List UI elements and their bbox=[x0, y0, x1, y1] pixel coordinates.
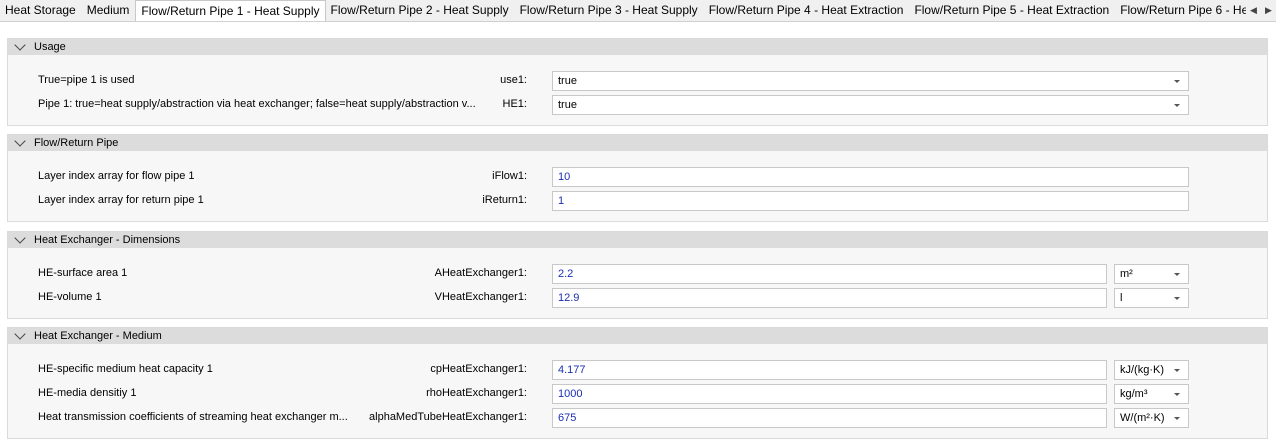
chevron-down-icon bbox=[1174, 104, 1180, 107]
tab-medium[interactable]: Medium bbox=[82, 0, 136, 21]
chevron-down-icon[interactable] bbox=[14, 39, 26, 51]
unit-dropdown[interactable]: l bbox=[1114, 288, 1189, 308]
group-he-medium: Heat Exchanger - Medium HE-specific medi… bbox=[7, 327, 1268, 439]
scroll-left-icon[interactable]: ◀ bbox=[1248, 5, 1260, 16]
param-description: Layer index array for flow pipe 1 bbox=[38, 170, 195, 182]
group-title: Usage bbox=[34, 41, 66, 53]
param-row-alphamedtube: Heat transmission coefficients of stream… bbox=[8, 408, 1267, 428]
param-name: alphaMedTubeHeatExchanger1: bbox=[369, 411, 527, 423]
group-title: Heat Exchanger - Dimensions bbox=[34, 234, 181, 246]
tab-bar: Heat Storage Medium Flow/Return Pipe 1 -… bbox=[0, 0, 1276, 22]
param-description: Layer index array for return pipe 1 bbox=[38, 194, 204, 206]
param-name: AHeatExchanger1: bbox=[434, 267, 527, 279]
rhoheatexchanger1-input[interactable]: 1000 bbox=[552, 384, 1107, 404]
unit-dropdown[interactable]: m² bbox=[1114, 264, 1189, 284]
tab-scroll-controls: ◀ ▶ bbox=[1246, 0, 1276, 21]
chevron-down-icon[interactable] bbox=[14, 328, 26, 340]
group-header-flow-return[interactable]: Flow/Return Pipe bbox=[8, 135, 1267, 151]
he1-dropdown[interactable]: true bbox=[552, 95, 1189, 115]
param-name: cpHeatExchanger1: bbox=[430, 363, 527, 375]
unit-dropdown[interactable]: kJ/(kg·K) bbox=[1114, 360, 1189, 380]
scroll-right-icon[interactable]: ▶ bbox=[1263, 5, 1275, 16]
param-description: Heat transmission coefficients of stream… bbox=[38, 411, 348, 423]
param-description: HE-specific medium heat capacity 1 bbox=[38, 363, 213, 375]
unit-value: kJ/(kg·K) bbox=[1120, 364, 1164, 376]
tab-pipe-1-heat-supply[interactable]: Flow/Return Pipe 1 - Heat Supply bbox=[135, 0, 326, 21]
vheatexchanger1-input[interactable]: 12.9 bbox=[552, 288, 1107, 308]
alphamedtube-input[interactable]: 675 bbox=[552, 408, 1107, 428]
ireturn1-input[interactable]: 1 bbox=[552, 191, 1189, 211]
group-title: Heat Exchanger - Medium bbox=[34, 330, 162, 342]
param-name: rhoHeatExchanger1: bbox=[426, 387, 527, 399]
param-row-vheatexchanger1: HE-volume 1 VHeatExchanger1: 12.9 l bbox=[8, 288, 1267, 308]
unit-value: m² bbox=[1120, 268, 1133, 280]
group-header-he-medium[interactable]: Heat Exchanger - Medium bbox=[8, 328, 1267, 344]
param-description: HE-volume 1 bbox=[38, 291, 102, 303]
param-row-use1: True=pipe 1 is used use1: true bbox=[8, 71, 1267, 91]
chevron-down-icon bbox=[1174, 393, 1180, 396]
group-flow-return-pipe: Flow/Return Pipe Layer index array for f… bbox=[7, 134, 1268, 222]
param-row-iflow1: Layer index array for flow pipe 1 iFlow1… bbox=[8, 167, 1267, 187]
chevron-down-icon bbox=[1174, 369, 1180, 372]
chevron-down-icon bbox=[1174, 417, 1180, 420]
tab-pipe-4-heat-extraction[interactable]: Flow/Return Pipe 4 - Heat Extraction bbox=[704, 0, 910, 21]
chevron-down-icon bbox=[1174, 297, 1180, 300]
chevron-down-icon[interactable] bbox=[14, 232, 26, 244]
chevron-down-icon bbox=[1174, 80, 1180, 83]
tab-pipe-2-heat-supply[interactable]: Flow/Return Pipe 2 - Heat Supply bbox=[326, 0, 515, 21]
group-he-dimensions: Heat Exchanger - Dimensions HE-surface a… bbox=[7, 231, 1268, 319]
unit-dropdown[interactable]: W/(m²·K) bbox=[1114, 408, 1189, 428]
param-row-he1: Pipe 1: true=heat supply/abstraction via… bbox=[8, 95, 1267, 115]
chevron-down-icon[interactable] bbox=[14, 135, 26, 147]
param-name: iReturn1: bbox=[482, 194, 527, 206]
param-row-cpheatexchanger1: HE-specific medium heat capacity 1 cpHea… bbox=[8, 360, 1267, 380]
param-description: True=pipe 1 is used bbox=[38, 74, 135, 86]
group-usage: Usage True=pipe 1 is used use1: true Pip… bbox=[7, 38, 1268, 126]
param-row-rhoheatexchanger1: HE-media densitiy 1 rhoHeatExchanger1: 1… bbox=[8, 384, 1267, 404]
param-name: iFlow1: bbox=[492, 170, 527, 182]
tab-pipe-3-heat-supply[interactable]: Flow/Return Pipe 3 - Heat Supply bbox=[515, 0, 704, 21]
param-row-aheatexchanger1: HE-surface area 1 AHeatExchanger1: 2.2 m… bbox=[8, 264, 1267, 284]
group-header-he-dimensions[interactable]: Heat Exchanger - Dimensions bbox=[8, 232, 1267, 248]
param-description: HE-surface area 1 bbox=[38, 267, 128, 279]
param-name: HE1: bbox=[502, 98, 527, 110]
dropdown-value: true bbox=[558, 75, 577, 87]
param-description: HE-media densitiy 1 bbox=[38, 387, 137, 399]
dropdown-value: true bbox=[558, 99, 577, 111]
unit-value: kg/m³ bbox=[1120, 388, 1148, 400]
unit-value: W/(m²·K) bbox=[1120, 412, 1165, 424]
group-title: Flow/Return Pipe bbox=[34, 137, 119, 149]
parameter-panel: Usage True=pipe 1 is used use1: true Pip… bbox=[0, 22, 1276, 443]
param-name: VHeatExchanger1: bbox=[434, 291, 527, 303]
use1-dropdown[interactable]: true bbox=[552, 71, 1189, 91]
param-row-ireturn1: Layer index array for return pipe 1 iRet… bbox=[8, 191, 1267, 211]
aheatexchanger1-input[interactable]: 2.2 bbox=[552, 264, 1107, 284]
tab-heat-storage[interactable]: Heat Storage bbox=[0, 0, 82, 21]
param-name: use1: bbox=[500, 74, 527, 86]
cpheatexchanger1-input[interactable]: 4.177 bbox=[552, 360, 1107, 380]
unit-dropdown[interactable]: kg/m³ bbox=[1114, 384, 1189, 404]
chevron-down-icon bbox=[1174, 273, 1180, 276]
iflow1-input[interactable]: 10 bbox=[552, 167, 1189, 187]
unit-value: l bbox=[1120, 292, 1123, 304]
group-header-usage[interactable]: Usage bbox=[8, 39, 1267, 55]
tab-pipe-5-heat-extraction[interactable]: Flow/Return Pipe 5 - Heat Extraction bbox=[909, 0, 1115, 21]
param-description: Pipe 1: true=heat supply/abstraction via… bbox=[38, 98, 476, 110]
